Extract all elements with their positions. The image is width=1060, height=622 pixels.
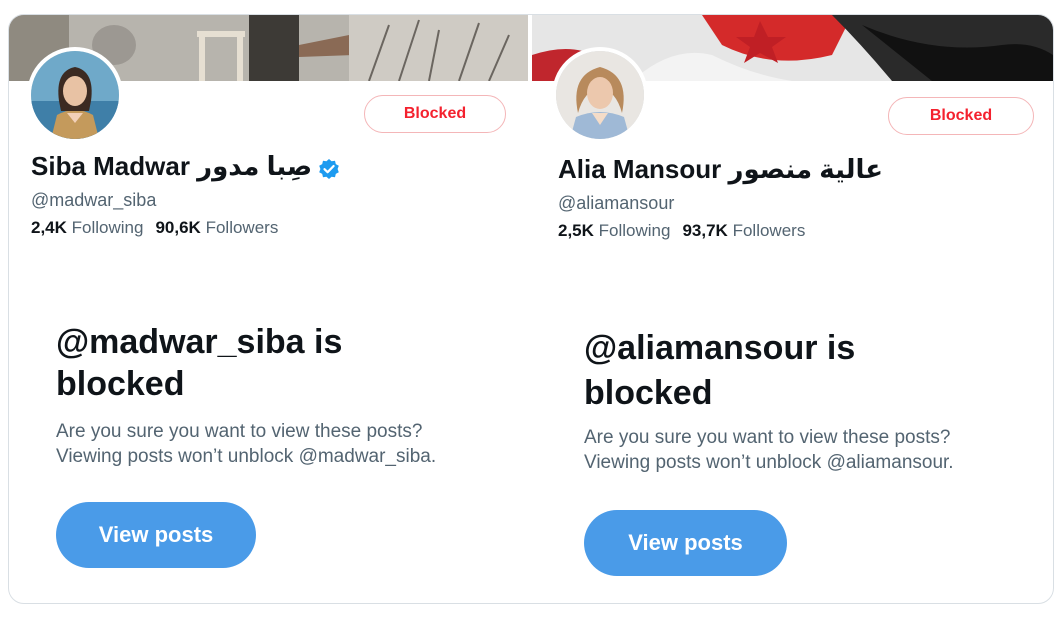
following-link[interactable]: 2,4K Following [31, 218, 143, 237]
follow-stats: 2,5K Following 93,7K Followers [558, 221, 805, 241]
blocked-headline: @aliamansour is blocked [584, 329, 856, 412]
follow-stats: 2,4K Following 90,6K Followers [31, 218, 278, 238]
blocked-button[interactable]: Blocked [888, 97, 1034, 135]
screenshot-frame: Blocked Siba Madwar صِبا مدور @madwar_si… [8, 14, 1054, 604]
blocked-warning-line-2: Viewing posts won’t unblock @aliamansour… [584, 452, 954, 473]
followers-count: 93,7K [682, 221, 728, 240]
followers-link[interactable]: 93,7K Followers [682, 221, 805, 240]
followers-label: Followers [205, 218, 279, 237]
profile-panel-left: Blocked Siba Madwar صِبا مدور @madwar_si… [9, 15, 528, 603]
blocked-warning-line-2: Viewing posts won’t unblock @madwar_siba… [56, 446, 437, 467]
followers-link[interactable]: 90,6K Followers [155, 218, 278, 237]
avatar[interactable] [27, 47, 123, 143]
following-count: 2,5K [558, 221, 594, 240]
profile-panel-right: Blocked Alia Mansour عالية منصور @aliama… [532, 15, 1053, 603]
blocked-warning-line-1: Are you sure you want to view these post… [56, 421, 423, 442]
blocked-headline: @madwar_siba is blocked [56, 323, 343, 403]
display-name-text: Siba Madwar صِبا مدور [31, 151, 313, 181]
user-handle: @aliamansour [558, 193, 675, 213]
display-name: Alia Mansour عالية منصور [558, 154, 883, 185]
blocked-warning-line-1: Are you sure you want to view these post… [584, 427, 951, 448]
view-posts-button[interactable]: View posts [56, 502, 256, 568]
following-label: Following [598, 221, 671, 240]
following-count: 2,4K [31, 218, 67, 237]
display-name: Siba Madwar صِبا مدور [31, 151, 340, 182]
user-handle: @madwar_siba [31, 190, 157, 210]
display-name-text: Alia Mansour عالية منصور [558, 154, 883, 184]
followers-count: 90,6K [155, 218, 201, 237]
verified-badge-icon [318, 156, 340, 179]
following-link[interactable]: 2,5K Following [558, 221, 670, 240]
view-posts-button[interactable]: View posts [584, 510, 787, 576]
followers-label: Followers [732, 221, 806, 240]
blocked-button[interactable]: Blocked [364, 95, 506, 133]
avatar[interactable] [552, 47, 648, 143]
following-label: Following [71, 218, 144, 237]
